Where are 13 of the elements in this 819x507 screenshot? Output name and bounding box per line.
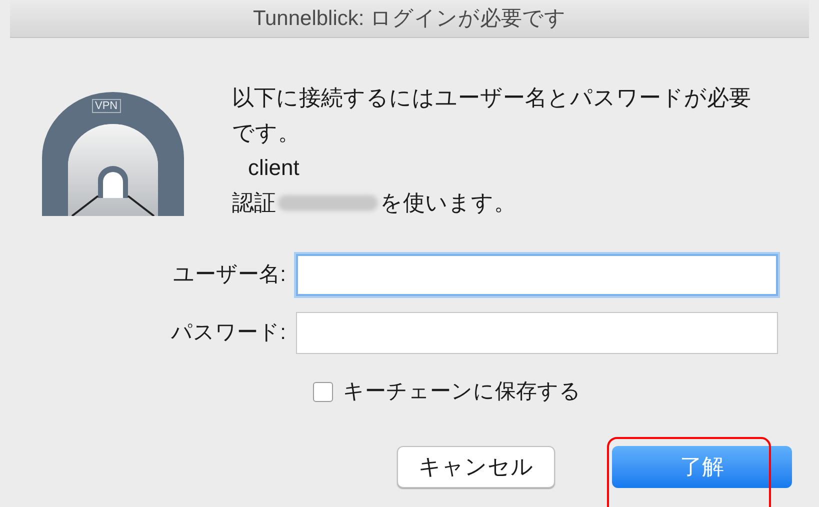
connection-name: client: [247, 154, 300, 182]
cancel-button[interactable]: キャンセル: [397, 446, 555, 488]
auth-text: 認証: [232, 189, 276, 217]
field-label: ユーザー名:: [172, 262, 287, 288]
window-title: Tunnelblick: ログインが必要です: [252, 6, 566, 32]
icon-label: VPN: [92, 99, 121, 113]
message-text: 以下に接続するにはユーザー名とパスワードが必要です。: [232, 84, 752, 147]
checkbox[interactable]: [313, 382, 333, 402]
username-field[interactable]: [296, 254, 778, 296]
auth-text: を使います。: [380, 189, 516, 217]
password-field[interactable]: [296, 312, 778, 354]
field-label: パスワード:: [170, 320, 287, 346]
keychain-checkbox[interactable]: キーチェーンに保存する: [313, 376, 581, 408]
